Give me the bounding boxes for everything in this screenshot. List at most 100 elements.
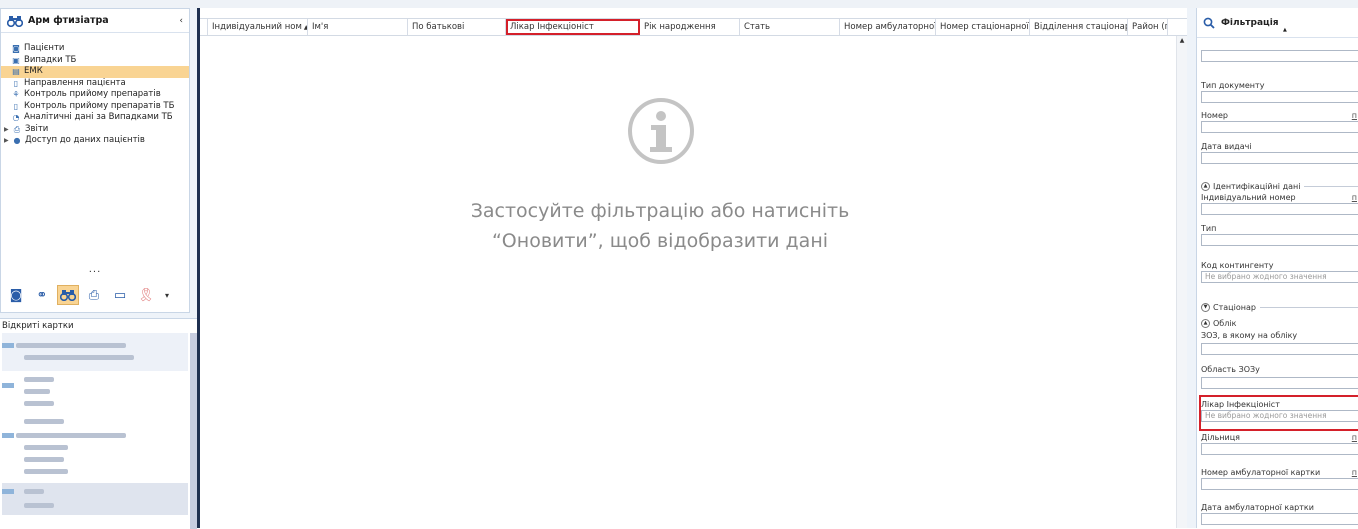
emk-icon: ▤: [12, 67, 20, 76]
district-link[interactable]: п: [1352, 432, 1357, 443]
ambulatory-number-input[interactable]: [1201, 478, 1358, 490]
column-header[interactable]: Район (п: [1128, 19, 1168, 35]
column-header[interactable]: Номер стаціонарної ка: [936, 19, 1030, 35]
infectionist-label: Лікар Інфекціоніст: [1201, 400, 1280, 409]
empty-state-message: Застосуйте фільтрацію або натисніть “Оно…: [410, 196, 910, 256]
sidebar-item[interactable]: ◙ Пацієнти: [1, 43, 189, 55]
number-field: Номер п: [1201, 110, 1358, 133]
issue-date-input[interactable]: [1201, 152, 1358, 164]
ambulatory-date-field: Дата амбулаторної картки: [1201, 502, 1358, 525]
identification-group-label: Ідентифікаційні дані: [1213, 182, 1301, 191]
sidebar-item-label: Контроль прийому препаратів ТБ: [24, 100, 175, 111]
type-input[interactable]: [1201, 234, 1358, 246]
column-header[interactable]: Номер амбулаторної к: [840, 19, 936, 35]
sidebar-item[interactable]: ▯ Контроль прийому препаратів ТБ: [1, 101, 189, 113]
empty-message-line2: “Оновити”, щоб відобразити дані: [491, 230, 829, 252]
sidebar-item[interactable]: ▶ ⎙ Звіти: [1, 124, 189, 136]
column-header[interactable]: Рік народження: [640, 19, 740, 35]
ambulatory-number-link[interactable]: п: [1352, 467, 1357, 478]
filter-header: Фільтрація ▲: [1197, 8, 1358, 38]
zoz-input[interactable]: [1201, 343, 1358, 355]
district-input[interactable]: [1201, 443, 1358, 455]
column-header[interactable]: Індивідуальний ном▲: [208, 19, 308, 35]
number-input[interactable]: [1201, 121, 1358, 133]
collapse-panel-button[interactable]: ‹: [179, 16, 183, 26]
zoz-field: ЗОЗ, в якому на обліку: [1201, 330, 1358, 355]
camera-icon[interactable]: ◙: [5, 285, 27, 305]
patient-icon: ◙: [12, 44, 20, 53]
results-grid: Індивідуальний ном▲ Ім'я По батькові Лікар …: [197, 8, 1187, 528]
doc-type-input[interactable]: [1201, 91, 1358, 103]
zoz-region-input[interactable]: [1201, 377, 1358, 389]
registration-group-label: Облік: [1213, 319, 1237, 328]
window-icon[interactable]: ▭: [109, 285, 131, 305]
sidebar-item-label: Випадки ТБ: [24, 54, 77, 65]
open-cards-scrollbar[interactable]: [190, 333, 197, 529]
sidebar-item[interactable]: ▶ ● Доступ до даних пацієнтів: [1, 135, 189, 147]
sidebar-item[interactable]: ▯ Направлення пацієнта: [1, 78, 189, 90]
sidebar-item-label: Направлення пацієнта: [24, 77, 126, 88]
binoculars-module-icon[interactable]: [57, 285, 79, 305]
list-item[interactable]: [2, 483, 1199, 515]
type-field: Тип: [1201, 223, 1358, 246]
doc-type-label: Тип документу: [1201, 81, 1265, 90]
column-header[interactable]: По батькові: [408, 19, 506, 35]
printer-icon[interactable]: ⎙: [83, 285, 105, 305]
expand-icon[interactable]: ▲: [1201, 319, 1210, 328]
number-link[interactable]: п: [1352, 110, 1357, 121]
sidebar-item[interactable]: ▤ ЕМК: [1, 66, 189, 78]
sidebar-item[interactable]: ▣ Випадки ТБ: [1, 55, 189, 67]
individual-number-field: Індивідуальний номер п: [1201, 192, 1358, 215]
column-header-label: Лікар Інфекціоніст: [510, 22, 594, 32]
nav-header: Арм фтизіатра ‹: [1, 9, 189, 33]
expand-icon[interactable]: ▲: [1201, 182, 1210, 191]
contingent-code-select[interactable]: Не вибрано жодного значення: [1201, 271, 1358, 283]
identification-group[interactable]: ▲ Ідентифікаційні дані: [1201, 181, 1358, 192]
filter-panel: Фільтрація ▲ Тип документу Номер п Дата в…: [1187, 8, 1358, 528]
more-dots[interactable]: ...: [1, 264, 189, 275]
zoz-label: ЗОЗ, в якому на обліку: [1201, 331, 1298, 340]
row-indicator-column: [200, 19, 208, 35]
zoz-region-label: Область ЗОЗу: [1201, 365, 1260, 374]
registration-group[interactable]: ▲ Облік: [1201, 318, 1358, 329]
sidebar-item[interactable]: ⚘ Контроль прийому препаратів: [1, 89, 189, 101]
contingent-code-label: Код контингенту: [1201, 261, 1274, 270]
column-header-label: Ім'я: [312, 22, 329, 32]
individual-number-link[interactable]: п: [1352, 192, 1357, 203]
more-modules-button[interactable]: ▾: [161, 285, 173, 305]
sidebar-item[interactable]: ◔ Аналітичні дані за Випадками ТБ: [1, 112, 189, 124]
info-icon: [628, 98, 694, 164]
grid-header: Індивідуальний ном▲ Ім'я По батькові Лікар …: [200, 18, 1187, 36]
ambulatory-date-input[interactable]: [1201, 513, 1358, 525]
search-icon: [1203, 17, 1215, 29]
top-input[interactable]: [1201, 50, 1358, 62]
column-header[interactable]: Стать: [740, 19, 840, 35]
left-panel: Арм фтизіатра ‹ ◙ Пацієнти ▣ Випадки ТБ ▤ ЕМК…: [0, 8, 1199, 529]
column-header-label: Відділення стаціонару: [1034, 22, 1128, 32]
expand-arrow-icon[interactable]: ▶: [4, 124, 12, 136]
ambulatory-number-label-text: Номер амбулаторної картки: [1201, 468, 1321, 477]
grid-scrollbar[interactable]: ▲: [1176, 36, 1187, 528]
individual-number-label: Індивідуальний номер п: [1201, 192, 1358, 203]
list-item[interactable]: [2, 373, 1199, 411]
scroll-up-icon[interactable]: ▲: [1177, 36, 1187, 44]
list-item[interactable]: [2, 333, 1199, 371]
infectionist-select[interactable]: Не вибрано жодного значення: [1201, 410, 1358, 422]
individual-number-input[interactable]: [1201, 203, 1358, 215]
scroll-up-icon[interactable]: ▲: [1283, 27, 1287, 33]
column-header[interactable]: Лікар Інфекціоніст: [506, 19, 640, 35]
expand-arrow-icon[interactable]: ▶: [4, 135, 12, 147]
people-icon[interactable]: ⚭: [31, 285, 53, 305]
column-header-label: Рік народження: [644, 22, 716, 32]
ribbon-icon[interactable]: 🎗: [135, 285, 157, 305]
chevron-down-icon[interactable]: ▼: [1201, 303, 1210, 312]
column-header-label: Номер амбулаторної к: [844, 22, 936, 32]
column-header[interactable]: Ім'я: [308, 19, 408, 35]
ambulatory-number-label: Номер амбулаторної картки п: [1201, 467, 1358, 478]
individual-number-label-text: Індивідуальний номер: [1201, 193, 1296, 202]
list-item[interactable]: [2, 413, 1199, 451]
contingent-code-field: Код контингенту Не вибрано жодного значе…: [1201, 260, 1358, 283]
inpatient-group[interactable]: ▼ Стаціонар: [1201, 302, 1358, 313]
column-header[interactable]: Відділення стаціонару: [1030, 19, 1128, 35]
list-item[interactable]: [2, 453, 1199, 481]
